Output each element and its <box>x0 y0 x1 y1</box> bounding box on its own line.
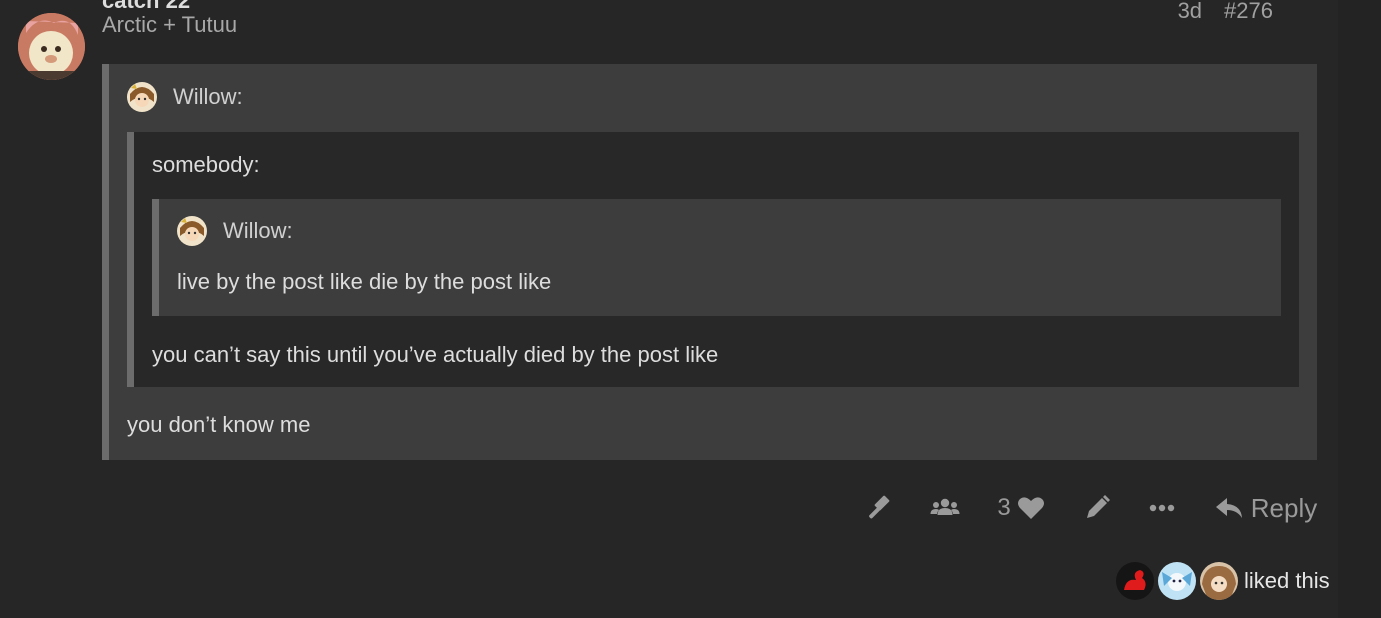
gavel-button[interactable] <box>862 490 896 526</box>
like-button[interactable]: 3 <box>992 490 1050 526</box>
post-meta: 3d #276 <box>1178 0 1273 24</box>
quote-inner-author-avatar[interactable] <box>177 216 207 246</box>
liked-this-label: liked this <box>1244 568 1330 593</box>
quote-inner: Willow: live by the post like die by the… <box>152 199 1281 316</box>
gavel-icon <box>869 495 890 519</box>
quote-inner-header: Willow: <box>177 216 293 246</box>
likers-row: liked this <box>1116 562 1330 600</box>
post-actions: 3 Reply <box>0 490 1338 530</box>
quote-author-avatar[interactable] <box>127 82 157 112</box>
heart-icon <box>1017 497 1044 519</box>
like-count: 3 <box>997 494 1011 521</box>
post-age[interactable]: 3d <box>1178 0 1202 24</box>
reply-button[interactable]: Reply <box>1214 490 1318 526</box>
ellipsis-icon <box>1149 504 1175 512</box>
users-button[interactable] <box>928 490 962 526</box>
edit-button[interactable] <box>1080 490 1114 526</box>
quote-inner-author[interactable]: Willow: <box>223 218 293 244</box>
author-avatar[interactable] <box>18 13 85 80</box>
page-right-gutter <box>1338 0 1381 618</box>
liker-avatar[interactable] <box>1158 562 1196 600</box>
author-title: Arctic + Tutuu <box>102 12 238 37</box>
post-reply-text: you don’t know me <box>127 412 311 437</box>
quote-inner-text: live by the post like die by the post li… <box>177 269 552 294</box>
users-icon <box>930 498 960 515</box>
post-number[interactable]: #276 <box>1224 0 1273 24</box>
quote-mid-text-after: you can’t say this until you’ve actually… <box>152 342 719 367</box>
quote-outer-author[interactable]: Willow: <box>173 84 243 110</box>
quote-mid: somebody: Willow: live by the post like … <box>127 132 1299 387</box>
quote-outer: Willow: somebody: Willow: live by the po… <box>102 64 1317 460</box>
reply-label: Reply <box>1250 492 1318 523</box>
more-button[interactable] <box>1146 490 1178 526</box>
liker-avatar[interactable] <box>1116 562 1154 600</box>
reply-icon <box>1215 498 1242 518</box>
pencil-icon <box>1087 495 1110 518</box>
post-container: catch 22 Arctic + Tutuu 3d #276 Willow: … <box>0 0 1338 618</box>
quote-outer-header: Willow: <box>127 82 243 112</box>
quote-mid-text-before: somebody: <box>152 152 260 177</box>
liker-avatar[interactable] <box>1200 562 1238 600</box>
